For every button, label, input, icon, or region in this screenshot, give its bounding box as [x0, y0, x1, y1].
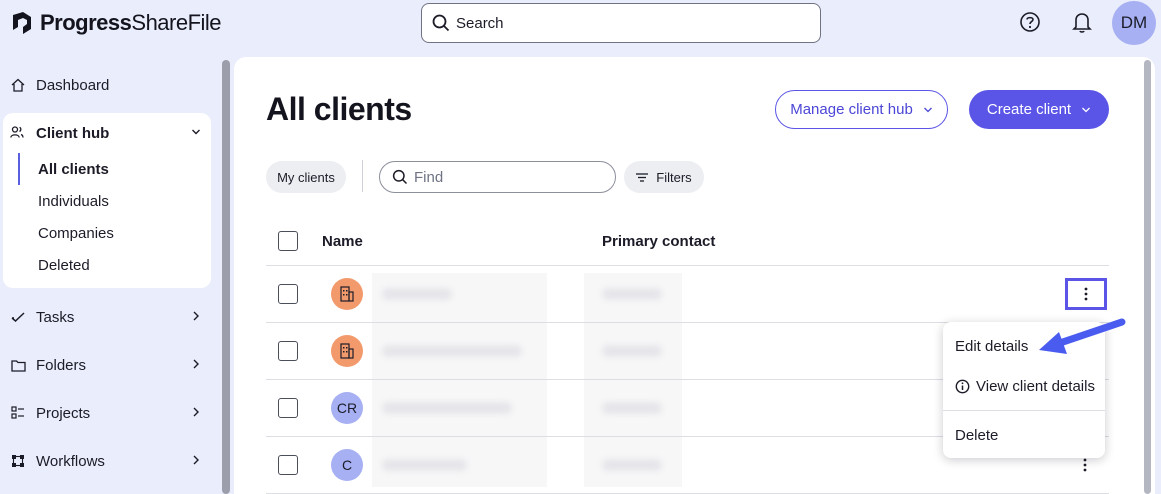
find-placeholder: Find [414, 168, 444, 186]
redacted-contact [602, 345, 662, 357]
active-indicator [18, 153, 20, 185]
client-hub-section: Client hub All clients Individuals Compa… [3, 113, 211, 288]
chevron-down-icon [1082, 107, 1091, 112]
redacted-name-column [372, 273, 547, 487]
chevron-down-icon[interactable] [191, 127, 201, 137]
find-input[interactable]: Find [379, 161, 616, 193]
sidebar-subitem-companies[interactable]: Companies [38, 217, 114, 249]
chevron-down-icon [923, 107, 932, 112]
help-icon [1020, 12, 1040, 32]
building-icon [340, 286, 354, 302]
sidebar-item-label: Dashboard [36, 76, 110, 94]
company-avatar [331, 335, 363, 367]
select-all-checkbox[interactable] [278, 231, 298, 251]
menu-divider [943, 410, 1105, 411]
manage-client-hub-button[interactable]: Manage client hub [775, 90, 948, 129]
menu-item-delete[interactable]: Delete [955, 423, 998, 447]
sidebar-item-label: Tasks [36, 308, 75, 326]
redacted-name [382, 402, 512, 414]
workflow-icon [10, 453, 26, 469]
sidebar-subitem-deleted[interactable]: Deleted [38, 249, 90, 281]
building-icon [340, 343, 354, 359]
sidebar-item-label: Folders [36, 356, 87, 374]
toolbar-divider [362, 160, 363, 192]
column-header-name[interactable]: Name [322, 233, 363, 250]
search-icon [432, 14, 450, 32]
row-checkbox[interactable] [278, 341, 298, 361]
sidebar-item-folders[interactable]: Folders [0, 345, 211, 385]
sidebar-scrollbar[interactable] [222, 60, 230, 494]
sidebar-item-client-hub[interactable]: Client hub [10, 113, 109, 153]
person-avatar: C [331, 449, 363, 481]
sidebar-item-label: Workflows [36, 452, 105, 470]
sidebar-item-dashboard[interactable]: Dashboard [0, 65, 211, 105]
column-header-primary-contact[interactable]: Primary contact [602, 233, 715, 250]
menu-item-view-client-details[interactable]: View client details [955, 374, 1095, 398]
search-input[interactable]: Search [421, 3, 821, 43]
redacted-contact [602, 288, 662, 300]
home-icon [10, 77, 26, 93]
row-checkbox[interactable] [278, 284, 298, 304]
create-client-button[interactable]: Create client [969, 90, 1109, 129]
sidebar-item-label: Projects [36, 404, 91, 422]
progress-logo-icon [13, 12, 31, 34]
annotation-arrow-icon [1039, 318, 1126, 354]
redacted-contact-column [584, 273, 682, 487]
person-avatar: CR [331, 392, 363, 424]
chevron-right-icon [193, 311, 199, 321]
redacted-name [382, 459, 467, 471]
chevron-right-icon [193, 455, 199, 465]
row-actions-button[interactable] [1065, 278, 1107, 310]
row-checkbox[interactable] [278, 398, 298, 418]
search-icon [392, 169, 408, 185]
brand-name: ProgressShareFile [40, 10, 222, 35]
notifications-button[interactable] [1070, 10, 1094, 34]
filter-icon [636, 172, 649, 182]
sidebar-item-projects[interactable]: Projects [0, 393, 211, 433]
help-button[interactable] [1018, 10, 1042, 34]
bell-icon [1072, 13, 1092, 33]
row-divider [266, 265, 1109, 266]
menu-item-edit-details[interactable]: Edit details [955, 334, 1028, 358]
filters-chip[interactable]: Filters [624, 161, 704, 193]
page-title: All clients [266, 91, 412, 127]
sidebar-subitem-individuals[interactable]: Individuals [38, 185, 109, 217]
company-avatar [331, 278, 363, 310]
sidebar-subitem-all-clients[interactable]: All clients [38, 153, 109, 185]
sidebar-item-tasks[interactable]: Tasks [0, 297, 211, 337]
redacted-name [382, 288, 452, 300]
redacted-contact [602, 402, 662, 414]
chevron-right-icon [193, 359, 199, 369]
row-checkbox[interactable] [278, 455, 298, 475]
search-placeholder: Search [456, 14, 504, 32]
more-vertical-icon [1084, 287, 1088, 301]
more-vertical-icon [1083, 458, 1087, 472]
my-clients-chip[interactable]: My clients [266, 161, 346, 193]
check-icon [10, 309, 26, 325]
projects-icon [10, 405, 26, 421]
folder-icon [10, 357, 26, 373]
redacted-name [382, 345, 522, 357]
chevron-right-icon [193, 407, 199, 417]
people-icon [10, 125, 26, 141]
main-scrollbar[interactable] [1144, 60, 1151, 494]
redacted-contact [602, 459, 662, 471]
sidebar-item-workflows[interactable]: Workflows [0, 441, 211, 481]
info-icon [955, 379, 970, 393]
brand-logo[interactable]: ProgressShareFile [10, 8, 222, 38]
user-avatar[interactable]: DM [1112, 1, 1156, 45]
